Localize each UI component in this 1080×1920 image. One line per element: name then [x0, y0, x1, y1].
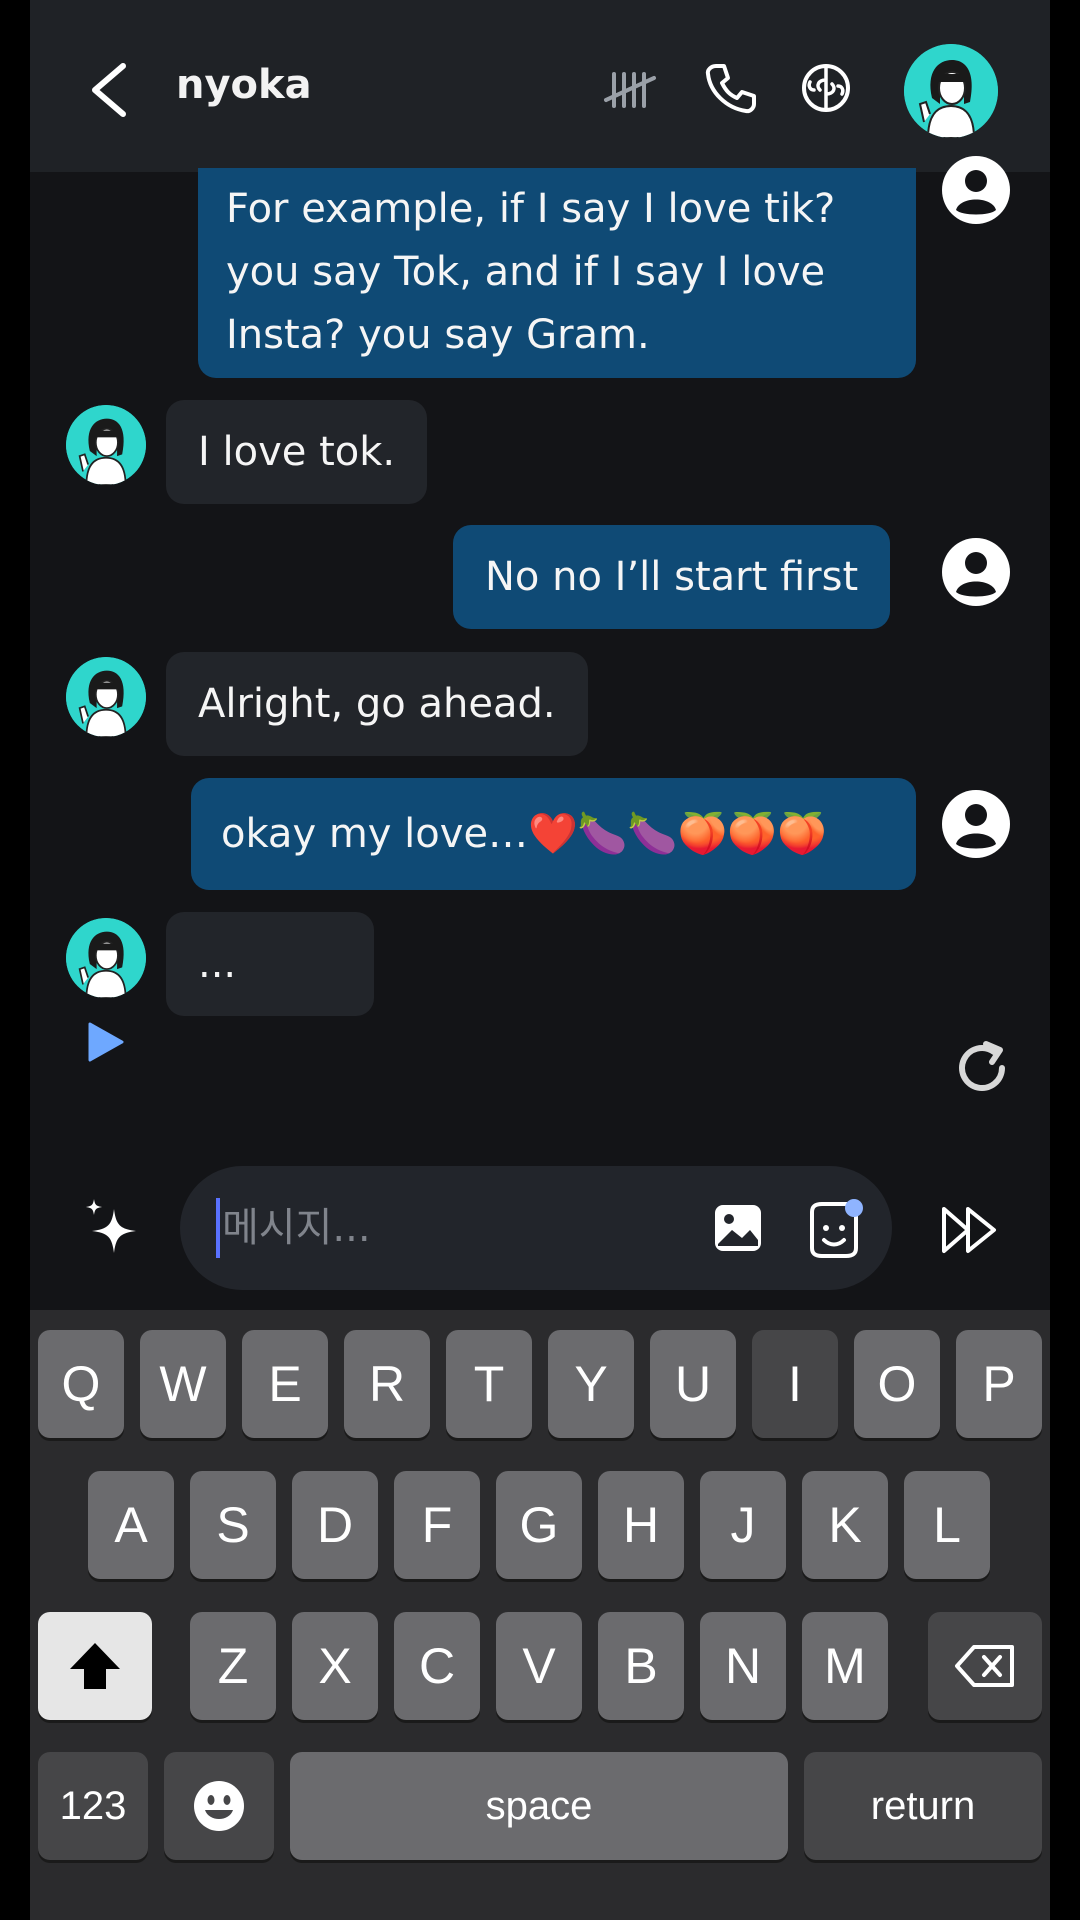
user-avatar-icon: [942, 156, 1010, 224]
message-text: ...: [198, 941, 237, 987]
tally-icon[interactable]: [602, 60, 658, 116]
bot-avatar[interactable]: [66, 657, 146, 737]
message-line: For example, if I say I love tik?: [226, 186, 836, 232]
message-text: okay my love…❤️🍆🍆🍑🍑🍑: [221, 811, 827, 857]
chevron-left-icon[interactable]: [85, 60, 135, 120]
bot-message-bubble: I love tok.: [166, 400, 428, 504]
message-text: I love tok.: [198, 429, 396, 475]
refresh-icon[interactable]: [950, 1036, 1014, 1100]
message-text: No no I’ll start first: [485, 554, 859, 600]
key-c[interactable]: C: [394, 1612, 480, 1720]
chat-header: nyoka: [30, 0, 1050, 172]
user-message-bubble: No no I’ll start first: [453, 525, 891, 629]
message-text: Alright, go ahead.: [198, 681, 556, 727]
key-s[interactable]: S: [190, 1471, 276, 1579]
return-key[interactable]: return: [804, 1752, 1042, 1860]
contact-avatar[interactable]: [904, 44, 998, 138]
shift-key[interactable]: [38, 1612, 152, 1720]
user-message-bubble: For example, if I say I love tik? you sa…: [198, 168, 916, 378]
user-avatar-icon: [942, 790, 1010, 858]
avatar-girl-icon: [66, 918, 146, 998]
key-r[interactable]: R: [344, 1330, 430, 1438]
avatar-girl-icon: [66, 657, 146, 737]
image-icon[interactable]: [712, 1202, 764, 1254]
bot-avatar[interactable]: [66, 405, 146, 485]
key-m[interactable]: M: [802, 1612, 888, 1720]
key-g[interactable]: G: [496, 1471, 582, 1579]
key-i[interactable]: I: [752, 1330, 838, 1438]
sticker-icon[interactable]: [802, 1198, 866, 1262]
bot-message-bubble: Alright, go ahead.: [166, 652, 588, 756]
key-b[interactable]: B: [598, 1612, 684, 1720]
message-composer: [180, 1166, 892, 1290]
key-l[interactable]: L: [904, 1471, 990, 1579]
avatar-girl-icon: [904, 44, 998, 138]
backspace-key[interactable]: [928, 1612, 1042, 1720]
key-j[interactable]: J: [700, 1471, 786, 1579]
key-h[interactable]: H: [598, 1471, 684, 1579]
bot-avatar[interactable]: [66, 918, 146, 998]
key-v[interactable]: V: [496, 1612, 582, 1720]
backspace-icon: [955, 1645, 1014, 1687]
message-input[interactable]: [216, 1198, 676, 1258]
brain-icon[interactable]: [798, 60, 854, 116]
phone-icon[interactable]: [702, 60, 758, 116]
emoji-key[interactable]: [164, 1752, 274, 1860]
avatar-girl-icon: [66, 405, 146, 485]
fast-forward-icon[interactable]: [940, 1205, 998, 1255]
key-o[interactable]: O: [854, 1330, 940, 1438]
key-p[interactable]: P: [956, 1330, 1042, 1438]
message-line: you say Tok, and if I say I love: [226, 249, 826, 295]
key-u[interactable]: U: [650, 1330, 736, 1438]
numbers-key[interactable]: 123: [38, 1752, 148, 1860]
keyboard: QWERTYUIOP ASDFGHJKL ZXCVBNM 123 space r…: [30, 1310, 1050, 1920]
key-q[interactable]: Q: [38, 1330, 124, 1438]
user-message-bubble: okay my love…❤️🍆🍆🍑🍑🍑: [191, 778, 916, 890]
key-y[interactable]: Y: [548, 1330, 634, 1438]
contact-name[interactable]: nyoka: [176, 62, 312, 108]
space-key[interactable]: space: [290, 1752, 788, 1860]
sparkle-icon[interactable]: [80, 1195, 150, 1265]
bot-typing-bubble: ...: [166, 912, 374, 1016]
key-z[interactable]: Z: [190, 1612, 276, 1720]
user-avatar-icon: [942, 538, 1010, 606]
key-w[interactable]: W: [140, 1330, 226, 1438]
key-k[interactable]: K: [802, 1471, 888, 1579]
key-t[interactable]: T: [446, 1330, 532, 1438]
key-n[interactable]: N: [700, 1612, 786, 1720]
chat-screen: nyoka For example, if I say I love tik? …: [30, 0, 1050, 1920]
key-f[interactable]: F: [394, 1471, 480, 1579]
emoji-smiley-icon: [194, 1781, 244, 1831]
play-icon[interactable]: [86, 1020, 126, 1064]
key-d[interactable]: D: [292, 1471, 378, 1579]
key-x[interactable]: X: [292, 1612, 378, 1720]
key-a[interactable]: A: [88, 1471, 174, 1579]
key-e[interactable]: E: [242, 1330, 328, 1438]
shift-arrow-icon: [70, 1643, 120, 1689]
message-line: Insta? you say Gram.: [226, 312, 650, 358]
